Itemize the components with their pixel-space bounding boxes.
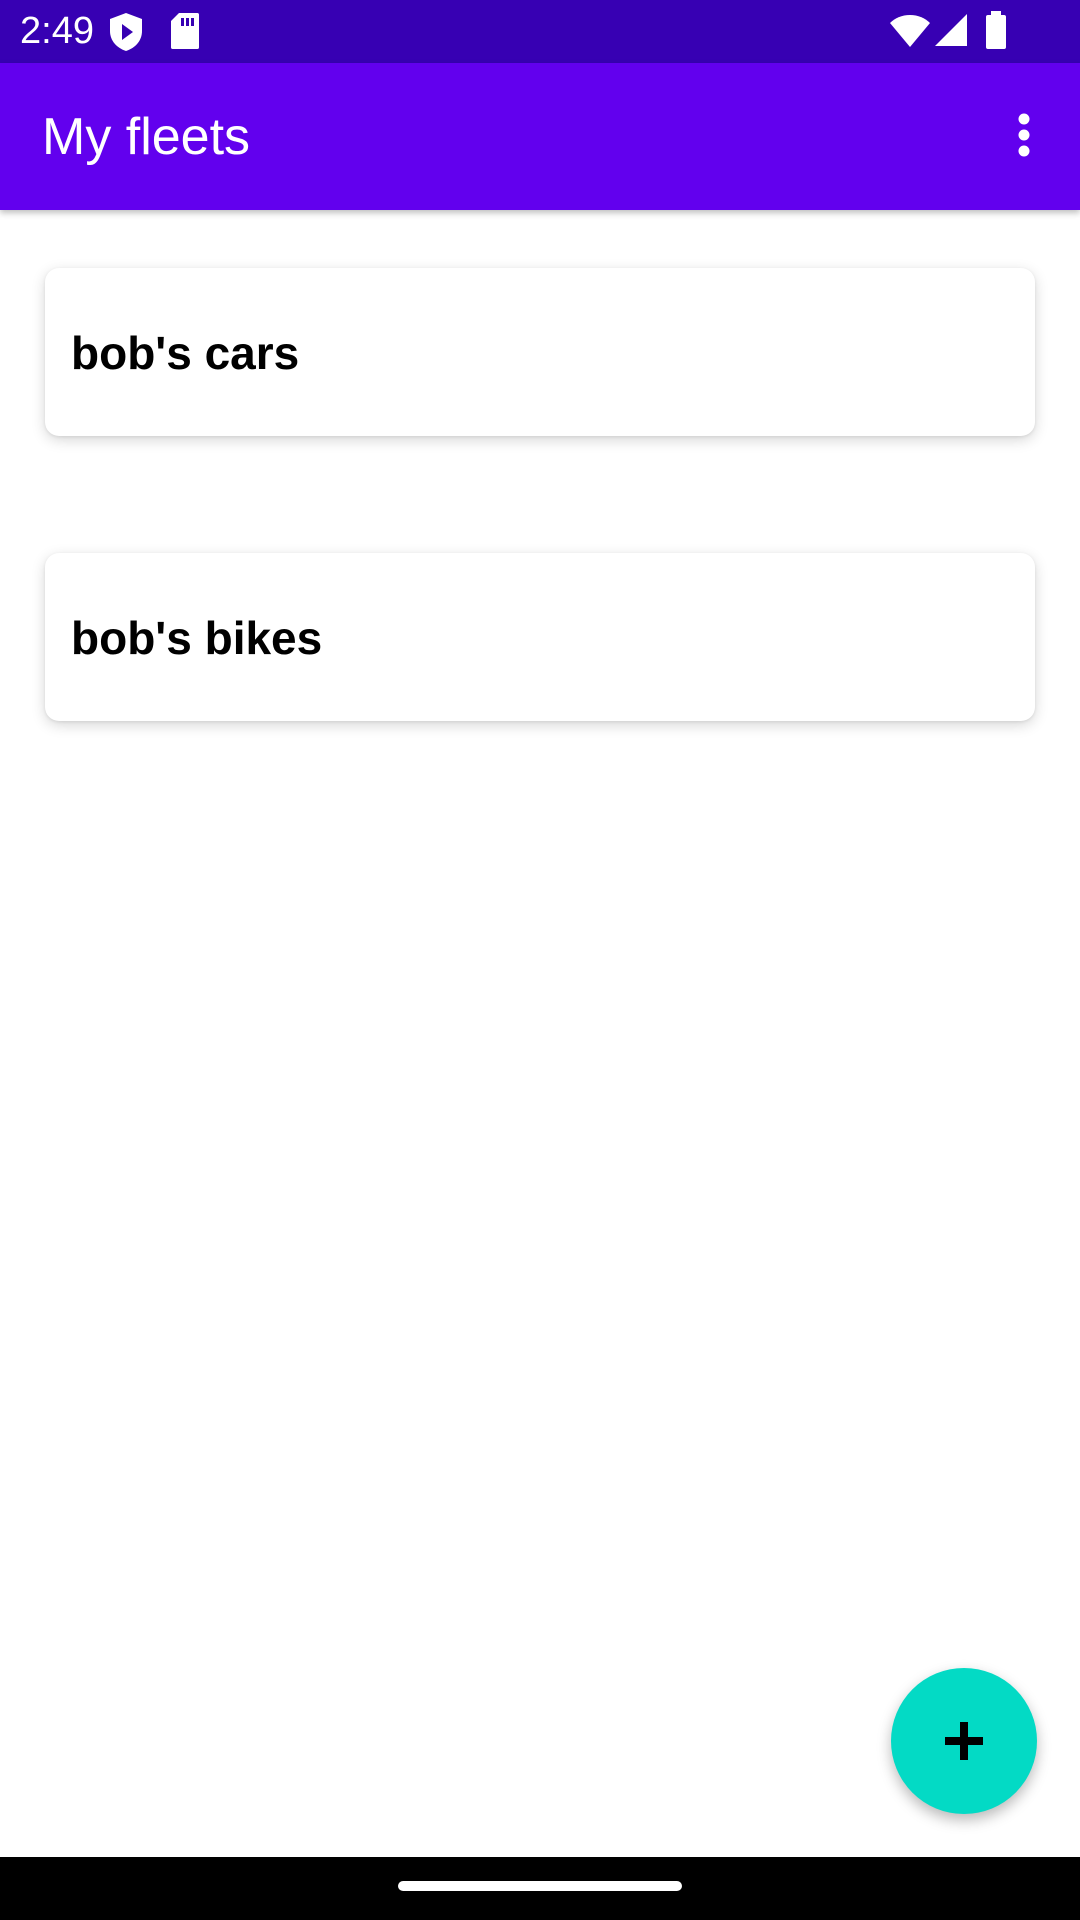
navigation-bar: [0, 1857, 1080, 1920]
cell-signal-icon: [934, 13, 968, 52]
fleet-name: bob's bikes: [71, 612, 323, 664]
status-time: 2:49: [20, 10, 94, 52]
fleet-name: bob's cars: [71, 327, 300, 379]
status-bar: 2:49: [0, 0, 1080, 63]
app-bar: My fleets: [0, 63, 1080, 210]
battery-icon: [985, 11, 1007, 54]
add-icon: [945, 1722, 983, 1760]
screen: 2:49 My fleets bob's cars bob's bikes: [0, 0, 1080, 1920]
home-indicator[interactable]: [398, 1881, 682, 1891]
sd-card-icon: [170, 12, 200, 55]
fleet-card[interactable]: bob's bikes: [45, 553, 1035, 721]
page-title: My fleets: [42, 108, 251, 166]
more-vert-icon: [1018, 113, 1030, 157]
shield-play-icon: [108, 12, 144, 57]
add-fleet-button[interactable]: [891, 1668, 1037, 1814]
wifi-icon: [890, 14, 930, 53]
fleet-card[interactable]: bob's cars: [45, 268, 1035, 436]
overflow-menu-button[interactable]: [988, 99, 1060, 171]
